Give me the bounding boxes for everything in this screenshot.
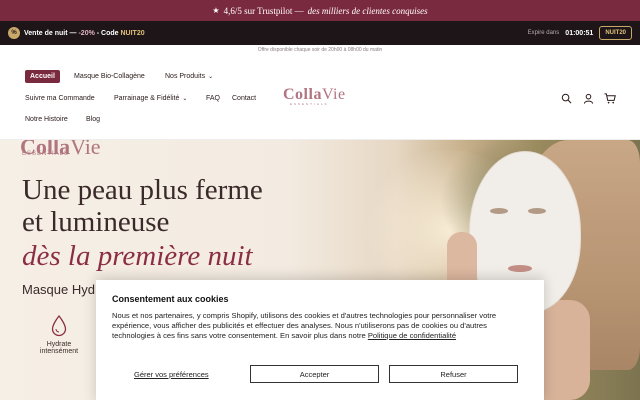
nav-products-label: Nos Produits [165, 73, 206, 80]
promo-code: NUIT20 [120, 29, 145, 37]
nav-contact[interactable]: Contact [232, 95, 256, 102]
trustpilot-banner: ★ 4,6/5 sur Trustpilot — des milliers de… [0, 0, 640, 21]
logo-subtitle: ESSENTIALS [290, 102, 329, 106]
nav-order-tracking[interactable]: Suivre ma Commande [25, 95, 95, 102]
hero-brand-subtitle: ESSENTIALS [22, 151, 70, 157]
hero-model-eye [490, 208, 508, 214]
nav-faq[interactable]: FAQ [206, 95, 220, 102]
chevron-down-icon: ⌄ [182, 95, 188, 102]
cookie-consent-dialog: Consentement aux cookies Nous et nos par… [96, 280, 544, 400]
promo-text: Vente de nuit — -20% - Code NUIT20 [24, 30, 145, 37]
cookie-title: Consentement aux cookies [112, 294, 229, 304]
feature-hydrate: Hydrate intensément [34, 315, 84, 355]
hero-brand-logo: CollaVie [20, 140, 101, 160]
promo-bar: % Vente de nuit — -20% - Code NUIT20 Exp… [0, 21, 640, 45]
hero-model-eye [528, 208, 546, 214]
nav-home[interactable]: Accueil [25, 70, 60, 83]
nav-blog[interactable]: Blog [86, 116, 100, 123]
hero-model-mouth [508, 265, 532, 272]
countdown-timer: 01:00:51 [565, 29, 594, 37]
feature-label-line2: intensément [39, 348, 79, 355]
cart-icon[interactable] [603, 91, 617, 105]
droplet-icon [51, 315, 67, 337]
hero-headline-line1: Une peau plus ferme [22, 174, 263, 206]
logo-part2: Vie [321, 86, 346, 103]
cookie-actions: Gérer vos préférences Accepter Refuser [112, 365, 528, 383]
accept-button[interactable]: Accepter [250, 365, 379, 383]
promo-countdown: Expire dans 01:00:51 NUIT20 [528, 26, 632, 40]
trustpilot-tagline: des milliers de clientes conquises [307, 5, 428, 16]
hero-subtitle: Masque Hyd [22, 282, 95, 297]
cookie-text: Nous et nos partenaires, y compris Shopi… [112, 311, 528, 341]
feature-label-line1: Hydrate [46, 341, 72, 348]
star-icon: ★ [212, 6, 220, 15]
reject-button[interactable]: Refuser [389, 365, 518, 383]
copy-code-button[interactable]: NUIT20 [599, 26, 632, 40]
nav-mask[interactable]: Masque Bio-Collagène [74, 73, 145, 80]
expire-label: Expire dans [527, 30, 560, 36]
nav-referral[interactable]: Parrainage & Fidélité ⌄ [114, 95, 187, 102]
trustpilot-rating: 4,6/5 sur Trustpilot — [223, 5, 304, 16]
search-icon[interactable] [559, 91, 573, 105]
chevron-down-icon: ⌄ [208, 73, 214, 80]
hero-brand-part2: Vie [70, 140, 101, 159]
promo-discount: -20% [78, 29, 95, 37]
promo-sep: - Code [96, 29, 119, 37]
privacy-policy-link[interactable]: Politique de confidentialité [368, 331, 456, 340]
promo-label: Vente de nuit — [24, 29, 77, 37]
account-icon[interactable] [581, 91, 595, 105]
nav-referral-label: Parrainage & Fidélité [114, 95, 180, 102]
manage-preferences-link[interactable]: Gérer vos préférences [134, 370, 209, 379]
hero-headline-line3: dès la première nuit [22, 240, 253, 272]
discount-badge-icon: % [8, 27, 20, 39]
logo-part1: Colla [283, 86, 322, 103]
nav-products[interactable]: Nos Produits ⌄ [165, 73, 213, 80]
hero-headline-line2: et lumineuse [22, 206, 170, 238]
nav-story[interactable]: Notre Histoire [25, 116, 68, 123]
offer-note: Offre disponible chaque soir de 20h00 à … [257, 47, 383, 53]
